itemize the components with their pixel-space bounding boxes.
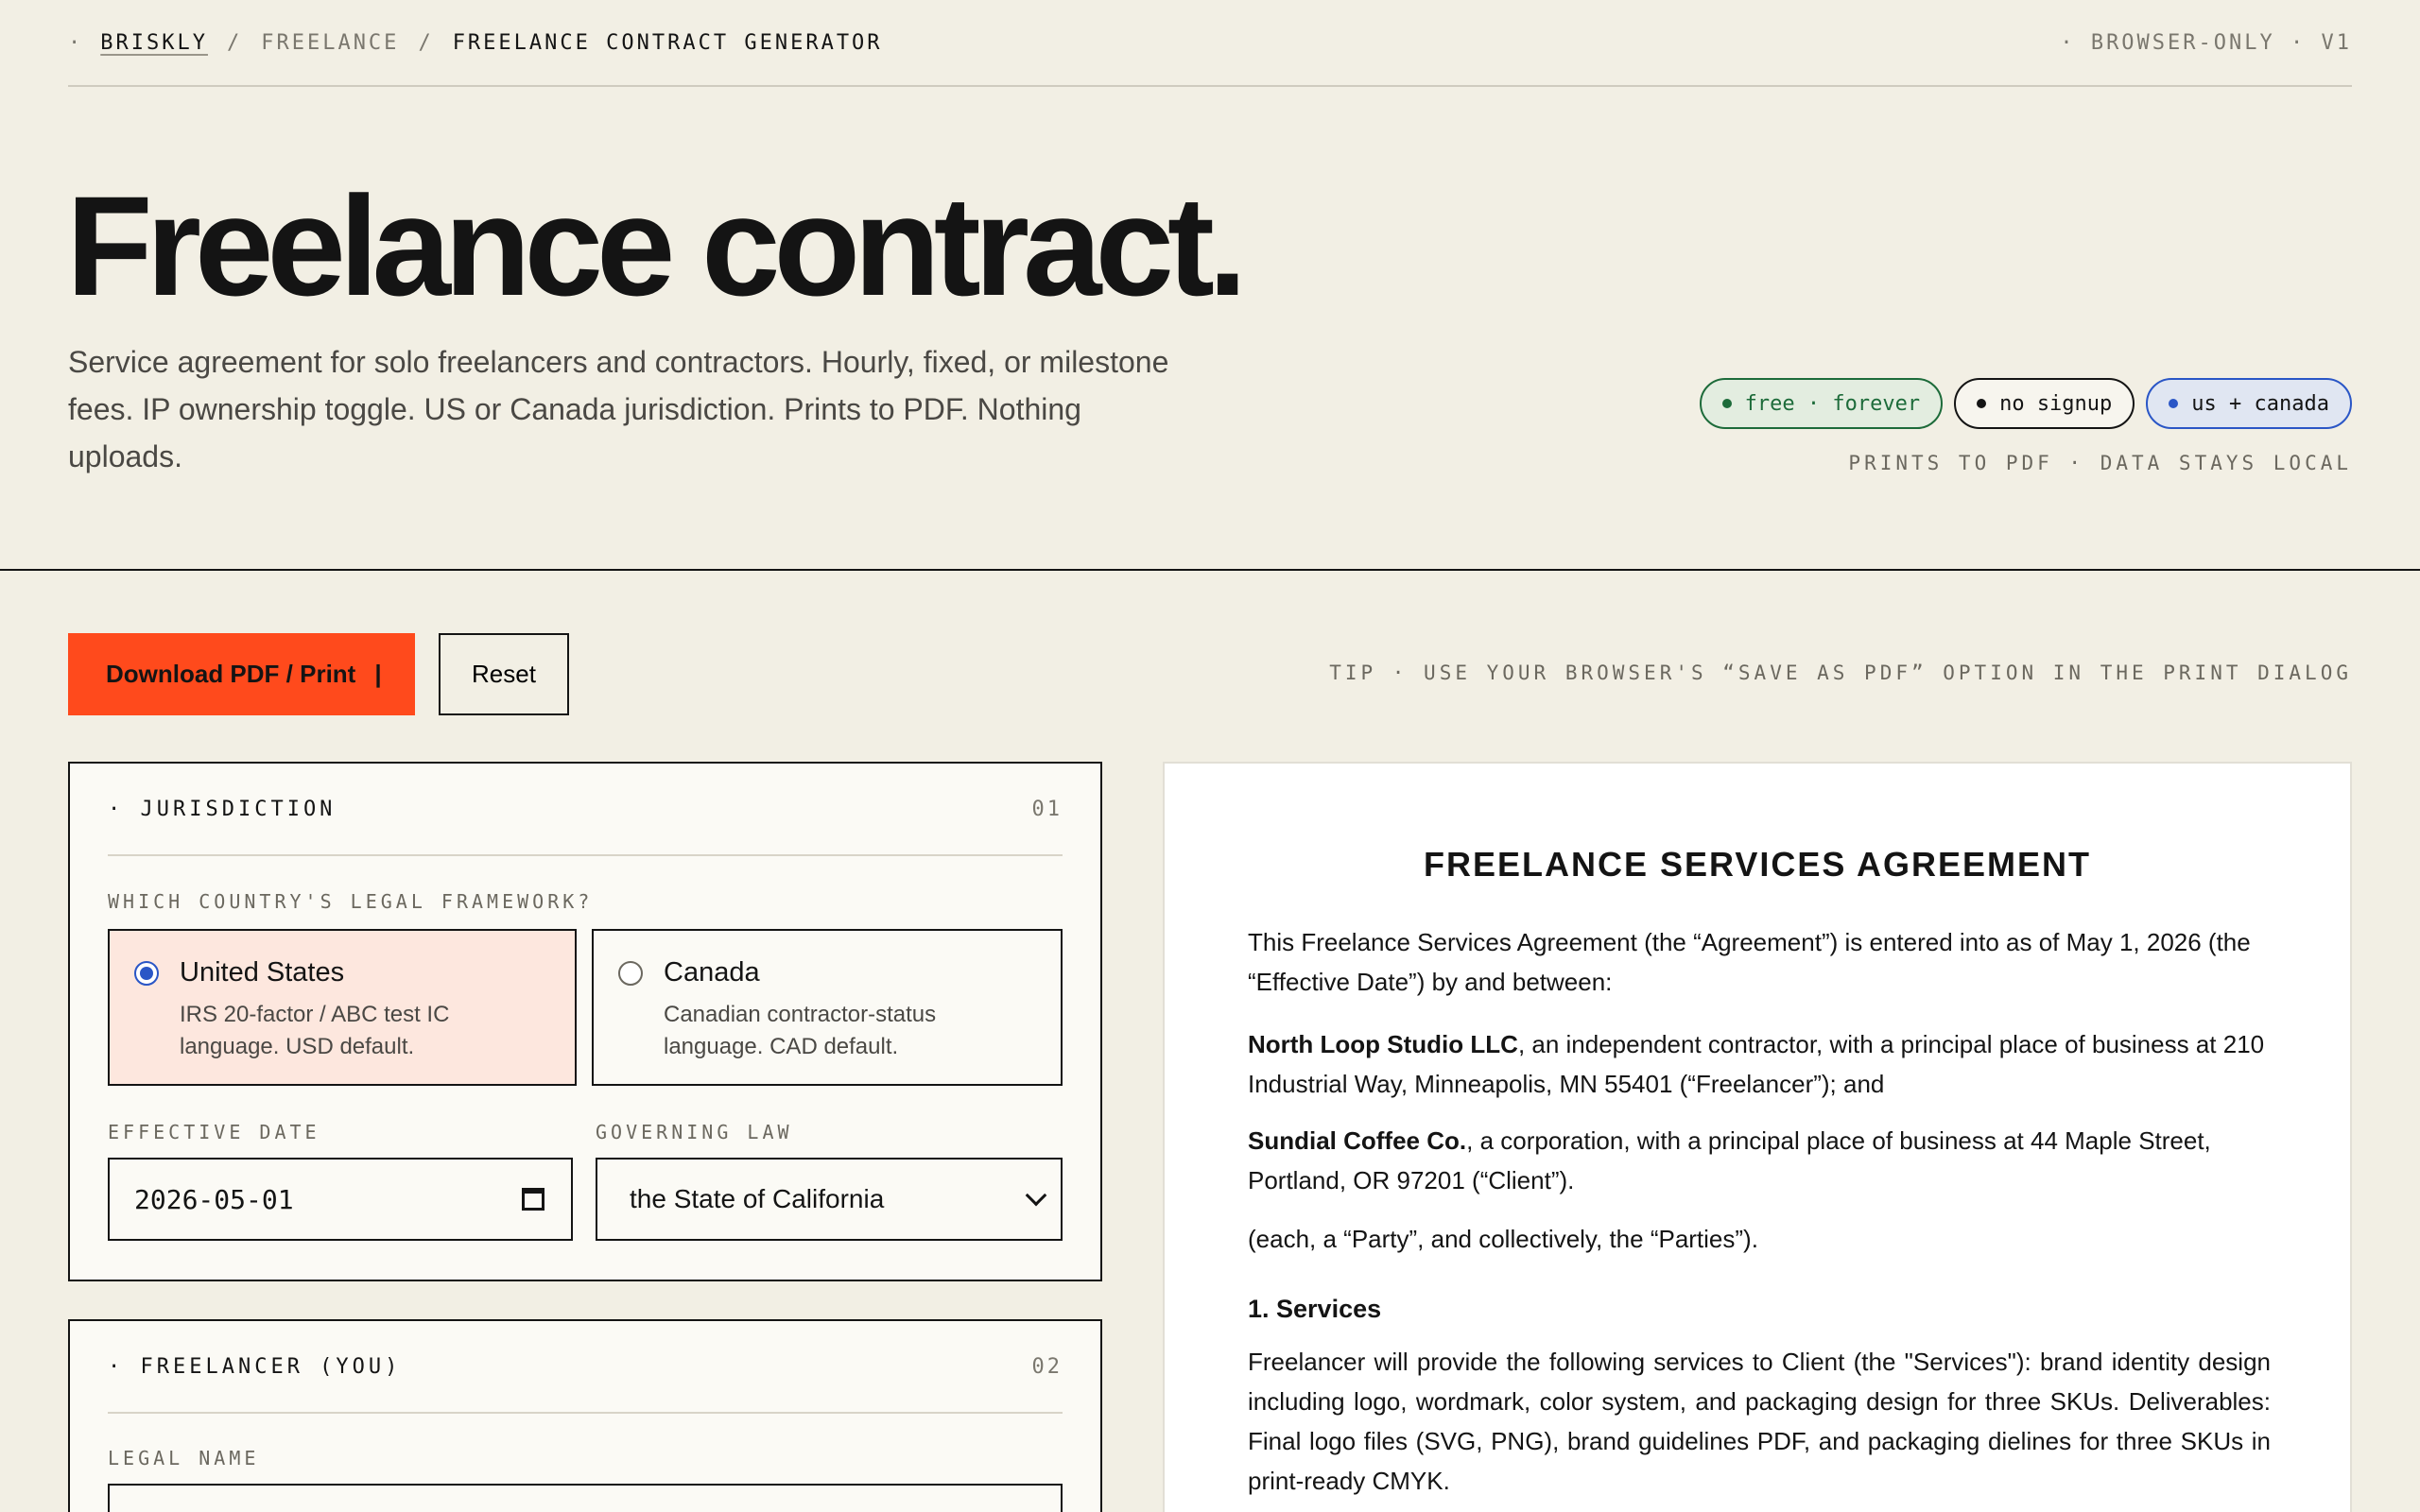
page-subtitle: Service agreement for solo freelancers a…	[68, 345, 1169, 473]
top-bar: · BRISKLY / FREELANCE / FREELANCE CONTRA…	[68, 0, 2352, 87]
section-heading-services: 1. Services	[1248, 1295, 1382, 1323]
page-title: Freelance contract.	[66, 166, 1248, 325]
card-number: 02	[1031, 1354, 1063, 1379]
version-tag: · BROWSER-ONLY · V1	[2060, 30, 2352, 55]
radio-option-canada[interactable]: Canada Canadian contractor-status langua…	[592, 929, 1063, 1086]
governing-law-label: GOVERNING LAW	[596, 1121, 793, 1143]
jurisdiction-question-label: WHICH COUNTRY'S LEGAL FRAMEWORK?	[108, 890, 594, 913]
contract-preview: FREELANCE SERVICES AGREEMENT This Freela…	[1163, 762, 2352, 1512]
card-title: · JURISDICTION	[108, 797, 337, 821]
download-button-label: Download PDF / Print	[106, 660, 356, 688]
document-freelancer-party: North Loop Studio LLC, an independent co…	[1248, 1024, 2271, 1104]
print-tip: TIP · USE YOUR BROWSER'S “SAVE AS PDF” O…	[1329, 662, 2352, 684]
reset-button[interactable]: Reset	[439, 633, 569, 715]
client-name: Sundial Coffee Co.	[1248, 1126, 1467, 1155]
radio-unselected-icon[interactable]	[618, 961, 643, 986]
download-pdf-button[interactable]: Download PDF / Print |	[68, 633, 415, 715]
legal-name-label: LEGAL NAME	[108, 1447, 260, 1469]
calendar-icon[interactable]	[522, 1188, 544, 1211]
breadcrumb-current: FREELANCE CONTRACT GENERATOR	[452, 30, 883, 55]
document-intro: This Freelance Services Agreement (the “…	[1248, 928, 2251, 996]
radio-selected-icon[interactable]	[134, 961, 159, 986]
breadcrumb-home-link[interactable]: BRISKLY	[100, 31, 208, 55]
card-title: · FREELANCER (YOU)	[108, 1354, 402, 1379]
chip-label: no signup	[1999, 391, 2113, 416]
cursor-caret: |	[374, 660, 382, 688]
card-header: · FREELANCER (YOU) 02	[108, 1321, 1063, 1414]
breadcrumb-dot: ·	[68, 30, 84, 55]
document-client-party: Sundial Coffee Co., a corporation, with …	[1248, 1121, 2271, 1200]
effective-date-input[interactable]: 2026-05-01	[108, 1158, 573, 1241]
document-title: FREELANCE SERVICES AGREEMENT	[1423, 845, 2092, 884]
chip-jurisdictions: us + canada	[2146, 378, 2352, 429]
effective-date-value: 2026-05-01	[134, 1183, 294, 1215]
card-header: · JURISDICTION 01	[108, 764, 1063, 856]
radio-option-description: Canadian contractor-status language. CAD…	[664, 1002, 937, 1059]
chevron-down-icon	[1025, 1184, 1047, 1207]
section-body-services: Freelancer will provide the following se…	[1248, 1348, 2271, 1495]
effective-date-label: EFFECTIVE DATE	[108, 1121, 320, 1143]
chip-no-signup: no signup	[1954, 378, 2135, 429]
governing-law-select[interactable]: the State of California	[596, 1158, 1063, 1241]
chip-free: free · forever	[1699, 378, 1944, 429]
breadcrumb-separator: /	[418, 30, 434, 55]
breadcrumb-section-link[interactable]: FREELANCE	[261, 31, 399, 55]
breadcrumb-separator: /	[226, 30, 243, 55]
breadcrumb: · BRISKLY / FREELANCE / FREELANCE CONTRA…	[68, 31, 883, 55]
dot-icon	[1721, 399, 1732, 408]
legal-name-input[interactable]	[108, 1484, 1063, 1512]
card-number: 01	[1031, 797, 1063, 821]
dot-icon	[1977, 399, 1987, 408]
section-divider	[0, 569, 2420, 571]
privacy-note: PRINTS TO PDF · DATA STAYS LOCAL	[1848, 452, 2352, 474]
feature-chips: free · forever no signup us + canada	[1699, 378, 2352, 429]
dot-icon	[2169, 399, 2179, 408]
radio-option-title: Canada	[664, 957, 760, 988]
radio-option-description: IRS 20-factor / ABC test IC language. US…	[180, 1002, 450, 1059]
freelancer-name: North Loop Studio LLC	[1248, 1030, 1518, 1058]
radio-option-united-states[interactable]: United States IRS 20-factor / ABC test I…	[108, 929, 577, 1086]
governing-law-value: the State of California	[630, 1184, 885, 1213]
document-parties: (each, a “Party”, and collectively, the …	[1248, 1225, 1758, 1253]
chip-label: us + canada	[2191, 391, 2329, 416]
chip-label: free · forever	[1744, 391, 1921, 416]
radio-option-title: United States	[180, 957, 345, 988]
